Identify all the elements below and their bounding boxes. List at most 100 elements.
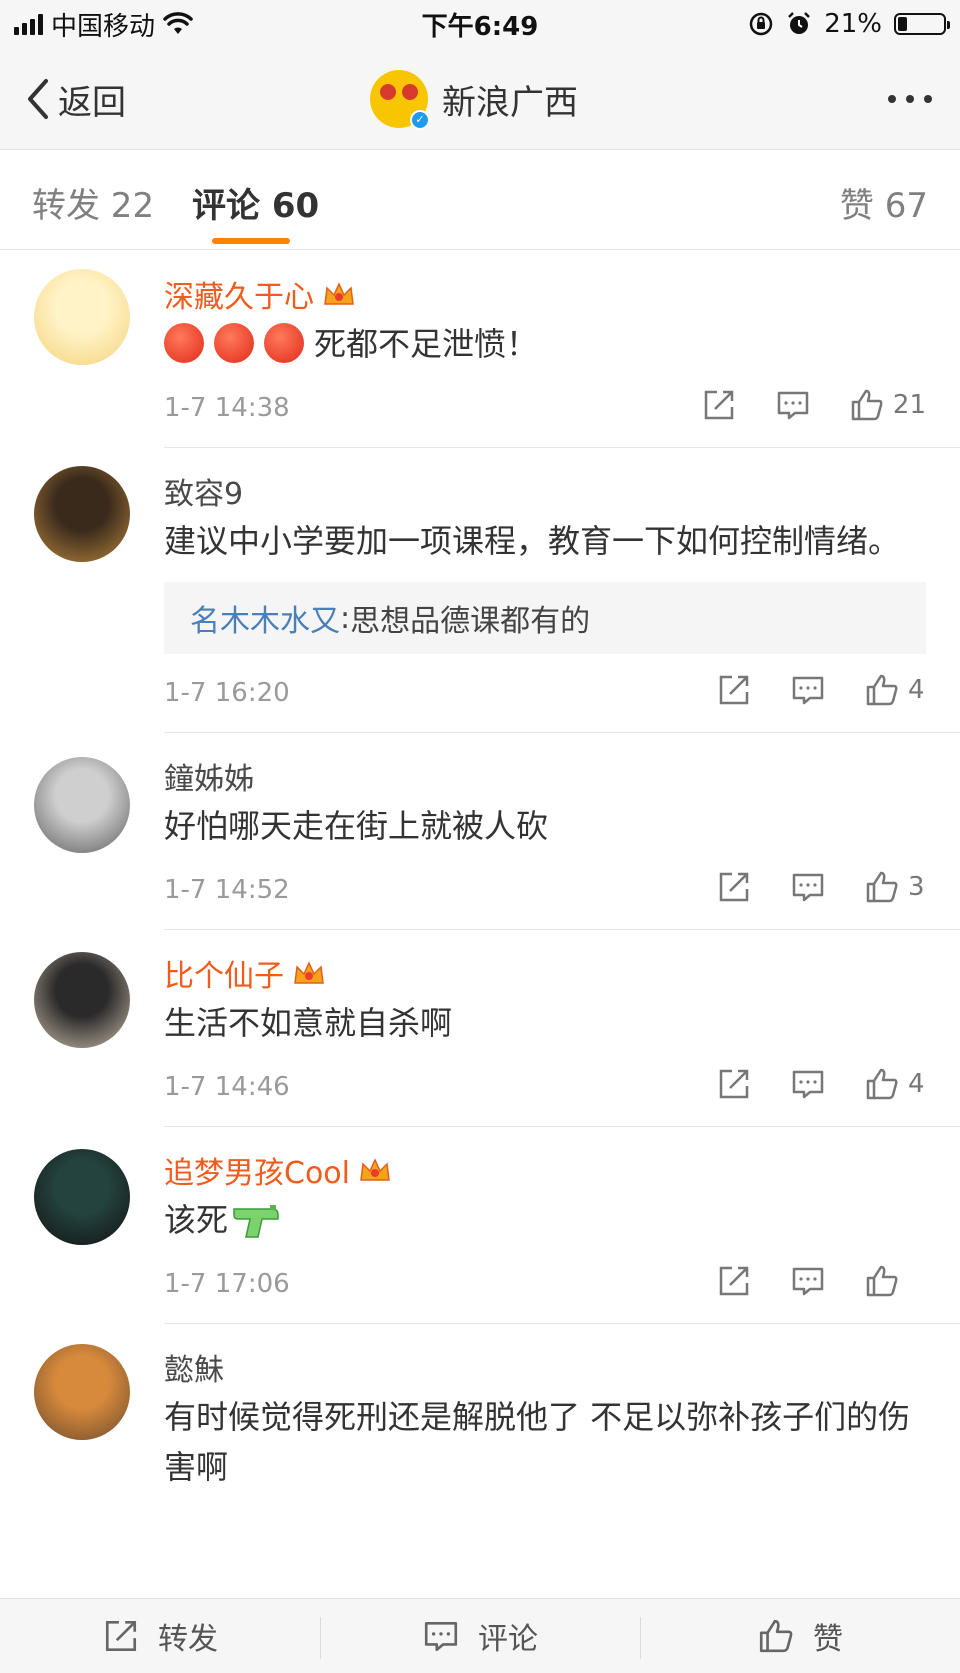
comment-text: 死都不足泄愤！ xyxy=(314,325,539,363)
comment-icon xyxy=(792,1267,824,1296)
comment-icon xyxy=(792,873,824,902)
thumbs-up-icon xyxy=(866,1265,898,1297)
reply-username[interactable]: 名木木水又 xyxy=(190,596,340,640)
account-header[interactable]: ✓ 新浪广西 xyxy=(370,68,578,130)
tab-likes[interactable]: 赞 67 xyxy=(840,178,928,227)
status-left: 中国移动 xyxy=(14,6,193,43)
comment-item[interactable]: 比个仙子 生活不如意就自杀啊 1-7 14:46 4 xyxy=(0,930,960,1126)
comment-content: 死都不足泄愤！ xyxy=(164,319,926,369)
battery-icon xyxy=(894,13,950,35)
avatar[interactable] xyxy=(34,757,130,853)
comment-content: 建议中小学要加一项课程，教育一下如何控制情绪。 xyxy=(164,516,926,566)
share-icon xyxy=(719,1069,749,1099)
repost-button[interactable]: 转发 xyxy=(0,1599,320,1673)
comment-like-button[interactable]: 4 xyxy=(864,672,926,708)
comment-content: 好怕哪天走在街上就被人砍 xyxy=(164,801,926,851)
comment-reply[interactable]: 名木木水又: 思想品德课都有的 xyxy=(164,582,926,654)
comment-reply-button[interactable] xyxy=(790,672,826,708)
repost-label: 转发 xyxy=(158,1622,218,1657)
comment-time: 1-7 17:06 xyxy=(164,1269,290,1299)
comment-text: 好怕哪天走在街上就被人砍 xyxy=(164,807,549,845)
comment-like-button[interactable]: 4 xyxy=(864,1066,926,1102)
comment-repost-button[interactable] xyxy=(716,672,752,708)
comment-item[interactable]: 追梦男孩Cool 该死 1-7 17:06 xyxy=(0,1127,960,1323)
thumbs-up-icon xyxy=(759,1619,793,1653)
comment-like-button[interactable] xyxy=(864,1263,926,1299)
comment-username[interactable]: 深藏久于心 xyxy=(164,271,926,317)
comment-reply-button[interactable] xyxy=(790,869,826,905)
comment-text: 建议中小学要加一项课程，教育一下如何控制情绪。 xyxy=(164,522,901,560)
more-options-button[interactable] xyxy=(888,48,932,150)
comment-item[interactable]: 鐘姊姊好怕哪天走在街上就被人砍 1-7 14:52 3 xyxy=(0,733,960,929)
like-count: 4 xyxy=(908,675,925,705)
active-tab-indicator xyxy=(212,238,290,244)
app-root: 中国移动 下午6:49 21% 返回 ✓ 新浪广西 转发 22 评论 60 赞 … xyxy=(0,0,960,1673)
comment-button[interactable]: 评论 xyxy=(320,1599,640,1673)
orientation-lock-icon xyxy=(749,12,773,36)
comment-item[interactable]: 致容9 建议中小学要加一项课程，教育一下如何控制情绪。名木木水又: 思想品德课都有… xyxy=(0,448,960,732)
tab-comments[interactable]: 评论 60 xyxy=(192,178,319,227)
account-logo-icon: ✓ xyxy=(370,70,430,130)
battery-percent: 21% xyxy=(824,9,882,39)
comment-username[interactable]: 比个仙子 xyxy=(164,950,926,996)
angry-emoji-icon xyxy=(164,323,204,363)
avatar[interactable] xyxy=(34,1344,130,1440)
comment-text: 该死 xyxy=(164,1201,229,1239)
status-bar: 中国移动 下午6:49 21% xyxy=(0,0,960,48)
thumbs-up-icon xyxy=(851,389,883,421)
comment-item[interactable]: 深藏久于心 死都不足泄愤！ 1-7 14:38 21 xyxy=(0,251,960,447)
comment-like-button[interactable]: 21 xyxy=(849,387,926,423)
username-text: 追梦男孩Cool xyxy=(164,1156,350,1191)
username-text: 懿鮇 xyxy=(164,1353,224,1388)
comment-reply-button[interactable] xyxy=(790,1066,826,1102)
comment-icon xyxy=(792,676,824,705)
avatar[interactable] xyxy=(34,269,130,365)
tab-bar: 转发 22 评论 60 赞 67 xyxy=(0,150,960,250)
avatar[interactable] xyxy=(34,952,130,1048)
back-button[interactable]: 返回 xyxy=(24,48,126,150)
vip-crown-icon xyxy=(294,961,324,984)
like-label: 赞 xyxy=(813,1622,843,1657)
like-button[interactable]: 赞 xyxy=(640,1599,960,1673)
vip-crown-icon xyxy=(324,282,354,305)
comment-label: 评论 xyxy=(478,1622,538,1657)
comment-repost-button[interactable] xyxy=(716,1066,752,1102)
comment-actions: 4 xyxy=(678,672,926,708)
comment-meta: 1-7 14:52 3 xyxy=(164,857,926,929)
comment-list: 深藏久于心 死都不足泄愤！ 1-7 14:38 21 致容9 建议中小学要加一项课程，教育… xyxy=(0,251,960,1512)
comment-item[interactable]: 懿鮇 有时候觉得死刑还是解脱他了 不足以弥补孩子们的伤害啊 xyxy=(0,1324,960,1512)
username-text: 致容9 xyxy=(164,477,244,512)
comment-content: 该死 xyxy=(164,1195,926,1245)
bottom-action-bar: 转发 评论 赞 xyxy=(0,1598,960,1673)
account-title: 新浪广西 xyxy=(442,82,578,123)
tab-reposts[interactable]: 转发 22 xyxy=(32,178,154,227)
comment-meta: 1-7 16:20 4 xyxy=(164,660,926,732)
comment-meta: 1-7 14:46 4 xyxy=(164,1054,926,1126)
comment-username[interactable]: 懿鮇 xyxy=(164,1344,926,1390)
angry-emoji-icon xyxy=(264,323,304,363)
comment-repost-button[interactable] xyxy=(716,869,752,905)
comment-username[interactable]: 致容9 xyxy=(164,468,926,514)
verified-badge-icon: ✓ xyxy=(410,110,430,130)
comment-actions: 21 xyxy=(663,387,926,423)
comment-username[interactable]: 追梦男孩Cool xyxy=(164,1147,926,1193)
comment-icon xyxy=(792,1070,824,1099)
comment-repost-button[interactable] xyxy=(716,1263,752,1299)
username-text: 深藏久于心 xyxy=(164,280,314,315)
comment-repost-button[interactable] xyxy=(701,387,737,423)
comment-icon xyxy=(777,391,809,420)
vip-crown-icon xyxy=(360,1158,390,1181)
comment-reply-button[interactable] xyxy=(790,1263,826,1299)
thumbs-up-icon xyxy=(866,871,898,903)
reply-separator: : xyxy=(340,600,351,636)
thumbs-up-icon xyxy=(866,1068,898,1100)
avatar[interactable] xyxy=(34,466,130,562)
wifi-icon xyxy=(163,12,193,34)
comment-like-button[interactable]: 3 xyxy=(864,869,926,905)
water-gun-icon xyxy=(233,1205,279,1238)
comment-username[interactable]: 鐘姊姊 xyxy=(164,753,926,799)
like-count: 3 xyxy=(908,872,925,902)
comment-actions: 3 xyxy=(678,869,926,905)
avatar[interactable] xyxy=(34,1149,130,1245)
comment-reply-button[interactable] xyxy=(775,387,811,423)
